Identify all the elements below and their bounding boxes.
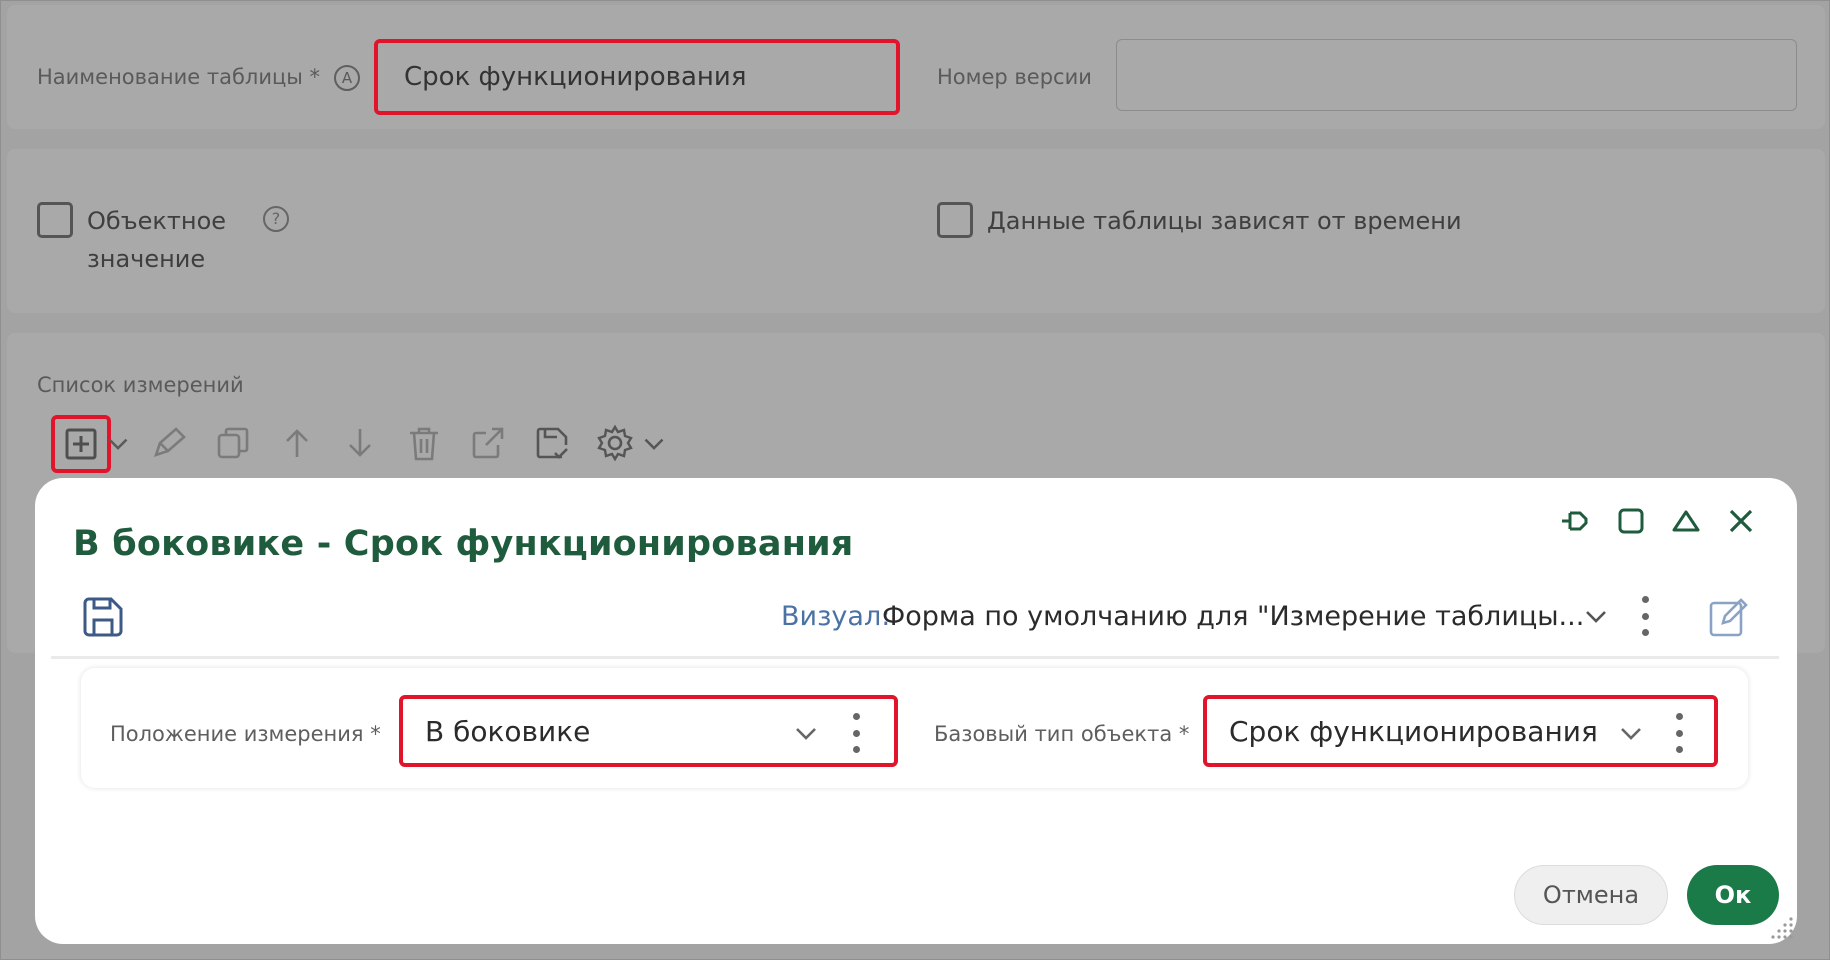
save-icon[interactable]: [81, 595, 125, 639]
pencil-icon[interactable]: [146, 421, 190, 465]
base-type-chevron-down-icon[interactable]: [1616, 718, 1646, 748]
visual-chevron-down-icon[interactable]: [1581, 601, 1611, 631]
table-name-input[interactable]: Срок функционирования: [374, 39, 900, 115]
save-check-icon[interactable]: [530, 421, 574, 465]
edit-visual-icon[interactable]: [1707, 595, 1751, 639]
base-type-more-icon[interactable]: [1673, 713, 1685, 753]
cancel-button[interactable]: Отмена: [1514, 865, 1668, 925]
time-dependent-label: Данные таблицы зависят от времени: [987, 207, 1462, 235]
page: Наименование таблицы * A Срок функционир…: [0, 0, 1830, 960]
time-dependent-checkbox[interactable]: [937, 202, 973, 238]
position-select[interactable]: В боковике: [399, 695, 898, 767]
gear-dropdown-chevron-icon[interactable]: [637, 421, 671, 465]
position-chevron-down-icon[interactable]: [791, 718, 821, 748]
position-label: Положение измерения *: [110, 722, 381, 746]
trash-icon[interactable]: [402, 421, 446, 465]
dropdown-chevron-icon[interactable]: [101, 421, 135, 465]
copy-icon[interactable]: [211, 421, 255, 465]
collapse-icon[interactable]: [1666, 501, 1706, 541]
base-type-label: Базовый тип объекта *: [934, 722, 1190, 746]
pin-icon[interactable]: [1556, 501, 1596, 541]
dimensions-list-label: Список измерений: [37, 373, 244, 397]
table-name-value: Срок функционирования: [404, 62, 747, 92]
object-value-label-line2: значение: [87, 245, 206, 273]
base-type-value: Срок функционирования: [1229, 714, 1598, 748]
version-input[interactable]: [1116, 39, 1797, 111]
version-label: Номер версии: [937, 65, 1092, 89]
object-value-label-line1: Объектное: [87, 207, 227, 235]
auto-icon: A: [334, 65, 360, 91]
arrow-down-icon[interactable]: [338, 421, 382, 465]
dialog-title: В боковике - Срок функционирования: [73, 524, 854, 564]
visual-value[interactable]: Форма по умолчанию для "Измерение таблиц…: [882, 601, 1584, 632]
position-more-icon[interactable]: [850, 713, 862, 753]
table-name-label: Наименование таблицы *: [37, 65, 321, 89]
help-icon[interactable]: ?: [263, 206, 289, 232]
resize-handle-icon[interactable]: [1765, 913, 1795, 943]
object-value-checkbox[interactable]: [37, 202, 73, 238]
external-link-icon[interactable]: [466, 421, 510, 465]
visual-label: Визуал:: [781, 601, 891, 632]
close-icon[interactable]: [1721, 501, 1761, 541]
arrow-up-icon[interactable]: [275, 421, 319, 465]
gear-icon[interactable]: [593, 421, 637, 465]
maximize-icon[interactable]: [1611, 501, 1651, 541]
position-value: В боковике: [425, 714, 591, 748]
visual-more-icon[interactable]: [1639, 596, 1651, 636]
header-divider: [51, 656, 1779, 659]
